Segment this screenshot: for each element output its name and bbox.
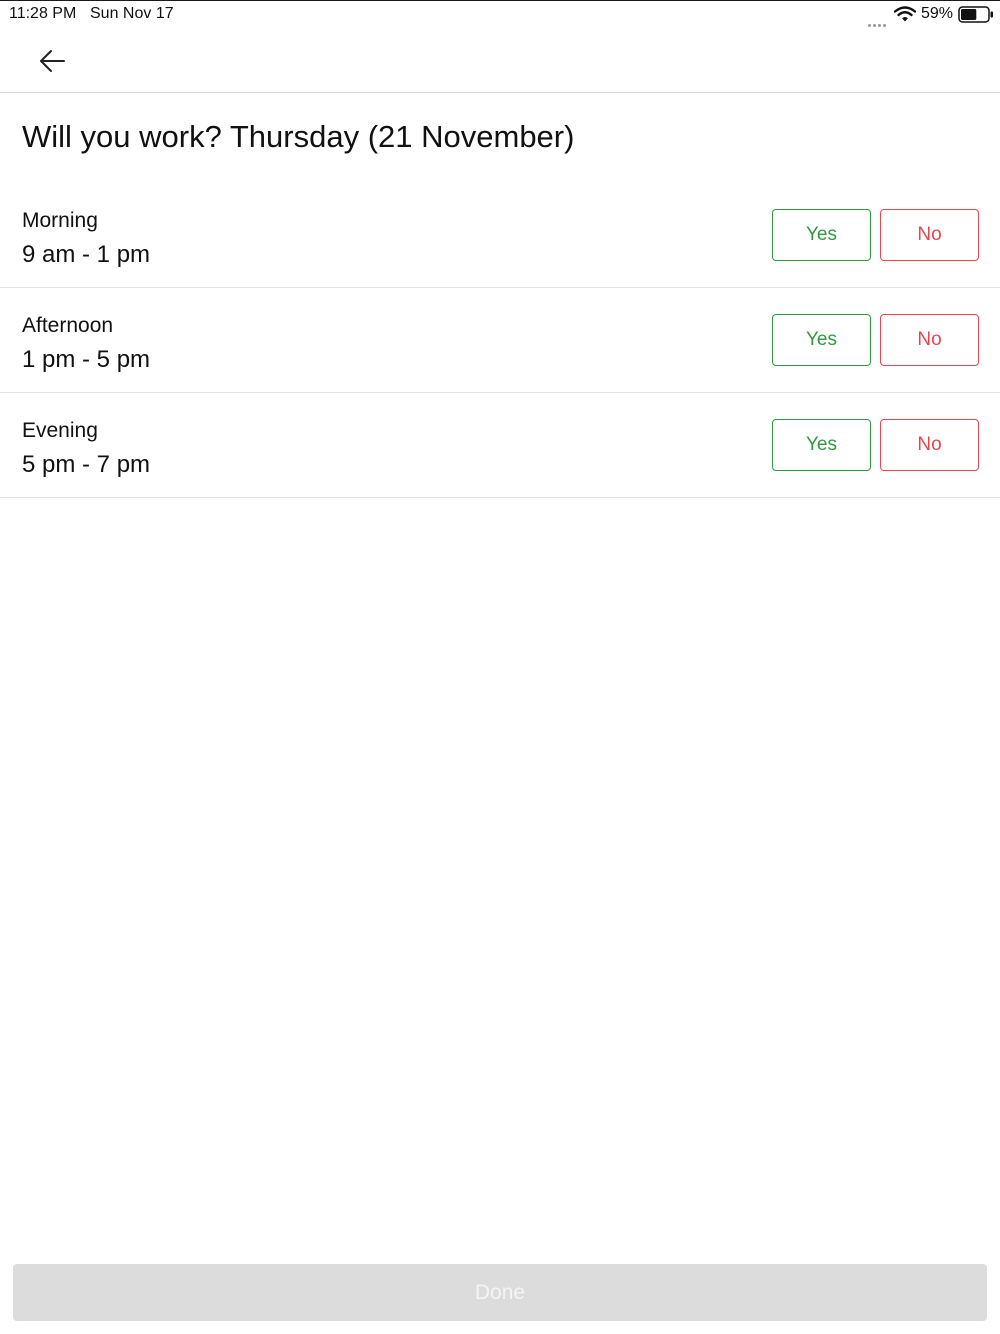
shift-row-evening: Evening 5 pm - 7 pm Yes No [0, 393, 1000, 498]
shift-time: 9 am - 1 pm [22, 241, 151, 268]
battery-icon [958, 6, 993, 23]
shift-time: 5 pm - 7 pm [22, 451, 151, 478]
battery-percent: 59% [921, 5, 954, 22]
shift-time: 1 pm - 5 pm [22, 346, 151, 373]
shift-name: Evening [22, 419, 98, 442]
no-button[interactable]: No [880, 209, 979, 261]
screen: 11:28 PM Sun Nov 17 59% Will you work? T… [0, 0, 1000, 1334]
yes-button[interactable]: Yes [772, 314, 871, 366]
shift-name: Morning [22, 209, 98, 232]
shift-row-afternoon: Afternoon 1 pm - 5 pm Yes No [0, 288, 1000, 393]
yes-button[interactable]: Yes [772, 419, 871, 471]
done-button[interactable]: Done [13, 1264, 987, 1321]
arrow-left-icon [40, 50, 65, 72]
status-bar: 11:28 PM Sun Nov 17 59% [0, 1, 1000, 29]
page-title: Will you work? Thursday (21 November) [22, 119, 575, 154]
back-button[interactable] [28, 41, 76, 81]
status-date: Sun Nov 17 [90, 5, 174, 22]
yes-button[interactable]: Yes [772, 209, 871, 261]
shift-name: Afternoon [22, 314, 114, 337]
no-button[interactable]: No [880, 314, 979, 366]
nav-bar [0, 29, 1000, 93]
status-time: 11:28 PM [9, 5, 77, 22]
signal-icon [868, 14, 890, 27]
no-button[interactable]: No [880, 419, 979, 471]
shift-list: Morning 9 am - 1 pm Yes No Afternoon 1 p… [0, 183, 1000, 498]
wifi-icon [894, 6, 916, 22]
shift-row-morning: Morning 9 am - 1 pm Yes No [0, 183, 1000, 288]
